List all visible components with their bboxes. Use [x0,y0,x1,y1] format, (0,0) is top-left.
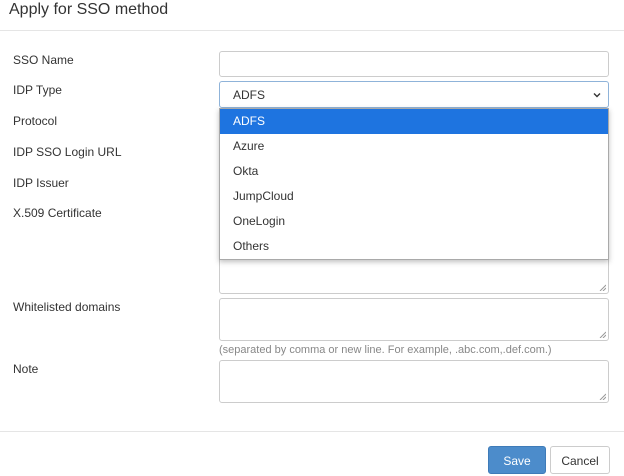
save-button[interactable]: Save [488,446,546,474]
footer-divider [0,431,624,432]
idp-option-azure[interactable]: Azure [220,134,608,159]
cancel-button[interactable]: Cancel [550,446,610,474]
idp-option-onelogin[interactable]: OneLogin [220,209,608,234]
idp-type-select[interactable]: ADFS [219,81,609,108]
idp-type-dropdown: ADFS Azure Okta JumpCloud OneLogin Other… [219,108,609,260]
idp-option-jumpcloud[interactable]: JumpCloud [220,184,608,209]
idp-option-others[interactable]: Others [220,234,608,259]
idp-option-adfs[interactable]: ADFS [220,109,608,134]
resize-grip-icon[interactable] [599,331,606,338]
protocol-label: Protocol [13,114,58,128]
certificate-label: X.509 Certificate [13,206,102,220]
idp-type-selected-value: ADFS [233,88,266,102]
idp-option-okta[interactable]: Okta [220,159,608,184]
whitelisted-domains-textarea[interactable] [219,298,609,341]
chevron-down-icon [593,93,601,98]
whitelisted-domains-help: (separated by comma or new line. For exa… [219,344,552,356]
resize-grip-icon[interactable] [599,284,606,291]
whitelisted-domains-label: Whitelisted domains [13,300,121,314]
sso-name-input[interactable] [219,51,609,77]
sso-name-label: SSO Name [13,53,74,67]
resize-grip-icon[interactable] [599,393,606,400]
note-textarea[interactable] [219,360,609,403]
idp-sso-login-url-label: IDP SSO Login URL [13,145,122,159]
dialog-title: Apply for SSO method [9,1,169,18]
sso-dialog: Apply for SSO method SSO Name IDP Type P… [0,0,624,476]
idp-type-label: IDP Type [13,83,62,97]
idp-issuer-label: IDP Issuer [13,176,69,190]
note-label: Note [13,362,39,376]
dialog-header: Apply for SSO method [0,0,624,31]
